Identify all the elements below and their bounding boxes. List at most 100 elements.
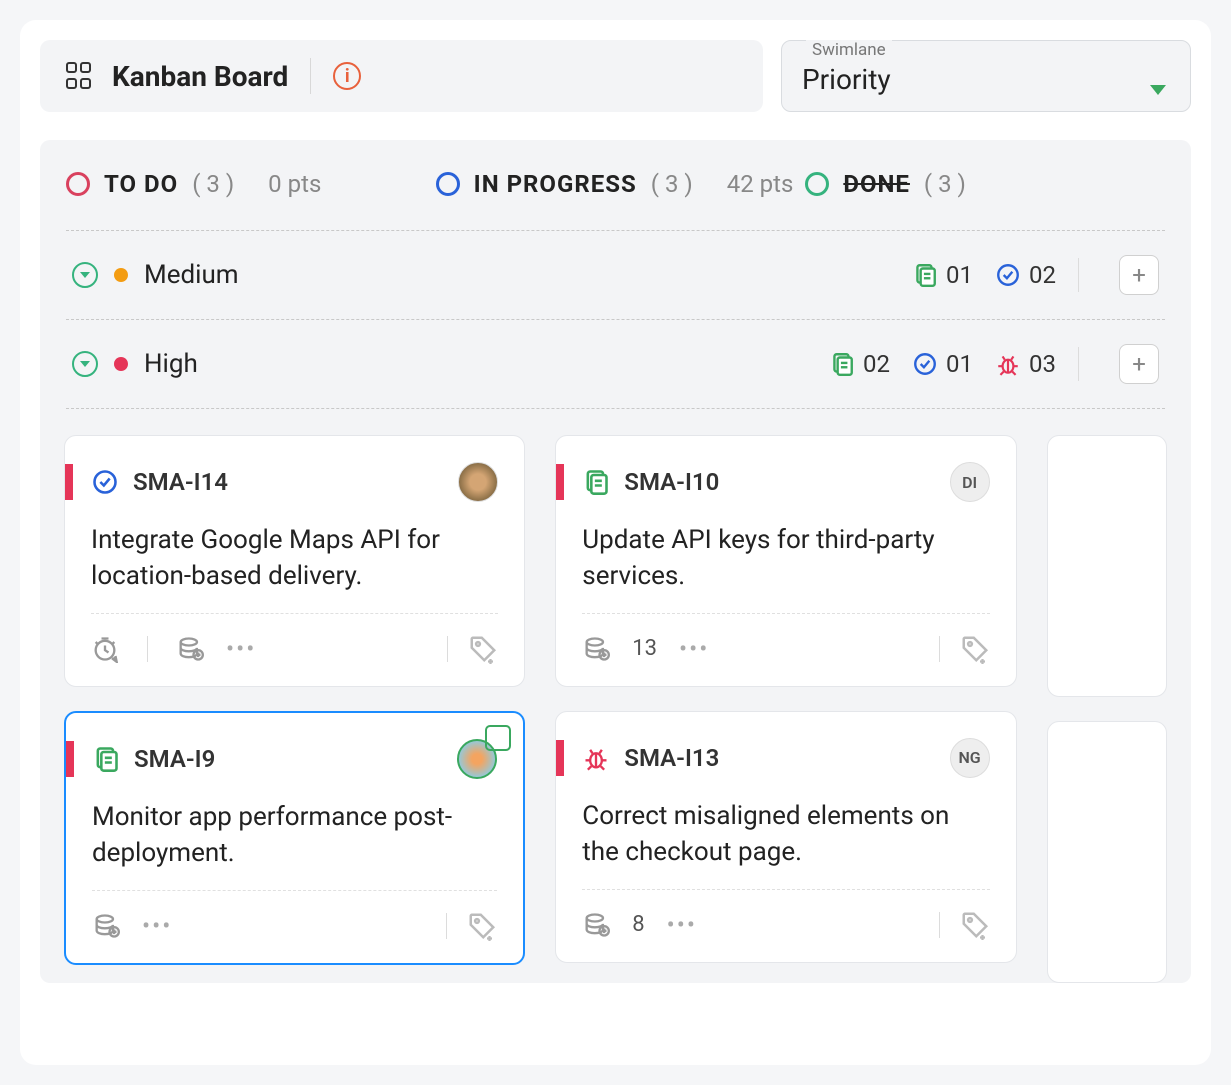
add-button[interactable]: + bbox=[1119, 255, 1159, 295]
column-name: TO DO bbox=[104, 170, 178, 198]
priority-dot-icon bbox=[114, 357, 128, 371]
avatar[interactable] bbox=[458, 462, 498, 502]
database-icon[interactable] bbox=[176, 635, 204, 663]
priority-dot-icon bbox=[114, 268, 128, 282]
task-icon bbox=[912, 351, 938, 377]
task-icon bbox=[995, 262, 1021, 288]
stat-value: 01 bbox=[946, 350, 973, 378]
column-points: 0 pts bbox=[268, 170, 321, 198]
kanban-card[interactable]: SMA-I14 Integrate Google Maps API for lo… bbox=[64, 435, 525, 687]
card-footer: ••• bbox=[92, 890, 497, 963]
column-points: 42 pts bbox=[727, 170, 794, 198]
column-header[interactable]: IN PROGRESS ( 3 ) 42 pts bbox=[436, 170, 796, 198]
lane-name: High bbox=[144, 349, 813, 379]
points-value: 13 bbox=[632, 636, 657, 661]
column-name: DONE bbox=[843, 170, 910, 198]
stat-value: 03 bbox=[1029, 350, 1056, 378]
database-icon[interactable] bbox=[582, 911, 610, 939]
lane-stat: 02 bbox=[829, 350, 890, 378]
column-count: ( 3 ) bbox=[651, 170, 693, 198]
database-icon[interactable] bbox=[92, 912, 120, 940]
column-header[interactable]: DONE ( 3 ) bbox=[805, 170, 1165, 198]
task-icon bbox=[91, 468, 119, 496]
story-icon bbox=[92, 745, 120, 773]
expand-button[interactable] bbox=[72, 262, 98, 288]
lane-stat: 03 bbox=[995, 350, 1056, 378]
priority-stripe bbox=[556, 464, 564, 500]
bug-icon bbox=[995, 351, 1021, 377]
lane-stats: 01 02 bbox=[912, 261, 1056, 289]
card-footer: 13 ••• bbox=[582, 613, 989, 686]
avatar[interactable]: DI bbox=[950, 462, 990, 502]
timer-icon[interactable] bbox=[91, 635, 119, 663]
checkbox-icon[interactable] bbox=[485, 725, 511, 751]
lane-stat: 01 bbox=[912, 350, 973, 378]
tag-icon[interactable] bbox=[960, 634, 990, 664]
status-ring-icon bbox=[436, 172, 460, 196]
card-footer: 8 ••• bbox=[582, 889, 989, 962]
more-icon[interactable]: ••• bbox=[679, 635, 709, 663]
bug-icon bbox=[582, 744, 610, 772]
card-id: SMA-I13 bbox=[624, 744, 719, 772]
card-id: SMA-I9 bbox=[134, 745, 215, 773]
more-icon[interactable]: ••• bbox=[226, 635, 256, 663]
swimlanes: Medium 01 02 + High 02 01 03 + bbox=[66, 230, 1165, 409]
priority-stripe bbox=[556, 740, 564, 776]
divider bbox=[939, 912, 940, 938]
avatar[interactable]: NG bbox=[950, 738, 990, 778]
divider bbox=[310, 58, 311, 94]
title-bar: Kanban Board i bbox=[40, 40, 763, 112]
swimlane-row: High 02 01 03 + bbox=[66, 320, 1165, 409]
add-button[interactable]: + bbox=[1119, 344, 1159, 384]
divider bbox=[1078, 258, 1079, 292]
lane-stat: 02 bbox=[995, 261, 1056, 289]
tag-icon[interactable] bbox=[960, 910, 990, 940]
swimlane-label: Swimlane bbox=[806, 40, 892, 60]
card-title: Monitor app performance post-deployment. bbox=[66, 779, 523, 872]
lane-stat: 01 bbox=[912, 261, 973, 289]
divider bbox=[447, 636, 448, 662]
story-icon bbox=[582, 468, 610, 496]
kanban-card[interactable]: SMA-I10 DI Update API keys for third-par… bbox=[555, 435, 1016, 687]
divider bbox=[1078, 347, 1079, 381]
column-count: ( 3 ) bbox=[924, 170, 966, 198]
kanban-card[interactable]: SMA-I13 NG Correct misaligned elements o… bbox=[555, 711, 1016, 963]
stat-value: 02 bbox=[863, 350, 890, 378]
swimlane-select[interactable]: Swimlane Priority bbox=[781, 40, 1191, 112]
card-placeholder[interactable] bbox=[1047, 435, 1167, 697]
status-ring-icon bbox=[66, 172, 90, 196]
column-count: ( 3 ) bbox=[192, 170, 234, 198]
divider bbox=[446, 913, 447, 939]
tag-icon[interactable] bbox=[468, 634, 498, 664]
info-icon[interactable]: i bbox=[333, 62, 361, 90]
lane-stats: 02 01 03 bbox=[829, 350, 1056, 378]
stat-value: 02 bbox=[1029, 261, 1056, 289]
priority-stripe bbox=[65, 464, 73, 500]
stat-value: 01 bbox=[946, 261, 973, 289]
story-icon bbox=[829, 351, 855, 377]
header: Kanban Board i Swimlane Priority bbox=[40, 40, 1191, 112]
status-ring-icon bbox=[805, 172, 829, 196]
card-placeholder[interactable] bbox=[1047, 721, 1167, 983]
card-id: SMA-I14 bbox=[133, 468, 228, 496]
column-name: IN PROGRESS bbox=[474, 170, 637, 198]
page-title: Kanban Board bbox=[112, 60, 288, 93]
database-icon[interactable] bbox=[582, 635, 610, 663]
chevron-down-icon bbox=[1150, 85, 1166, 95]
tag-icon[interactable] bbox=[467, 911, 497, 941]
kanban-card[interactable]: SMA-I9 Monitor app performance post-depl… bbox=[64, 711, 525, 965]
more-icon[interactable]: ••• bbox=[142, 912, 172, 940]
divider bbox=[147, 636, 148, 662]
swimlane-row: Medium 01 02 + bbox=[66, 231, 1165, 320]
expand-button[interactable] bbox=[72, 351, 98, 377]
column-header[interactable]: TO DO ( 3 ) 0 pts bbox=[66, 170, 426, 198]
lane-name: Medium bbox=[144, 260, 896, 290]
priority-stripe bbox=[66, 741, 74, 777]
story-icon bbox=[912, 262, 938, 288]
card-id: SMA-I10 bbox=[624, 468, 719, 496]
card-title: Correct misaligned elements on the check… bbox=[556, 778, 1015, 871]
card-title: Integrate Google Maps API for location-b… bbox=[65, 502, 524, 595]
more-icon[interactable]: ••• bbox=[667, 911, 697, 939]
card-footer: ••• bbox=[91, 613, 498, 686]
divider bbox=[939, 636, 940, 662]
